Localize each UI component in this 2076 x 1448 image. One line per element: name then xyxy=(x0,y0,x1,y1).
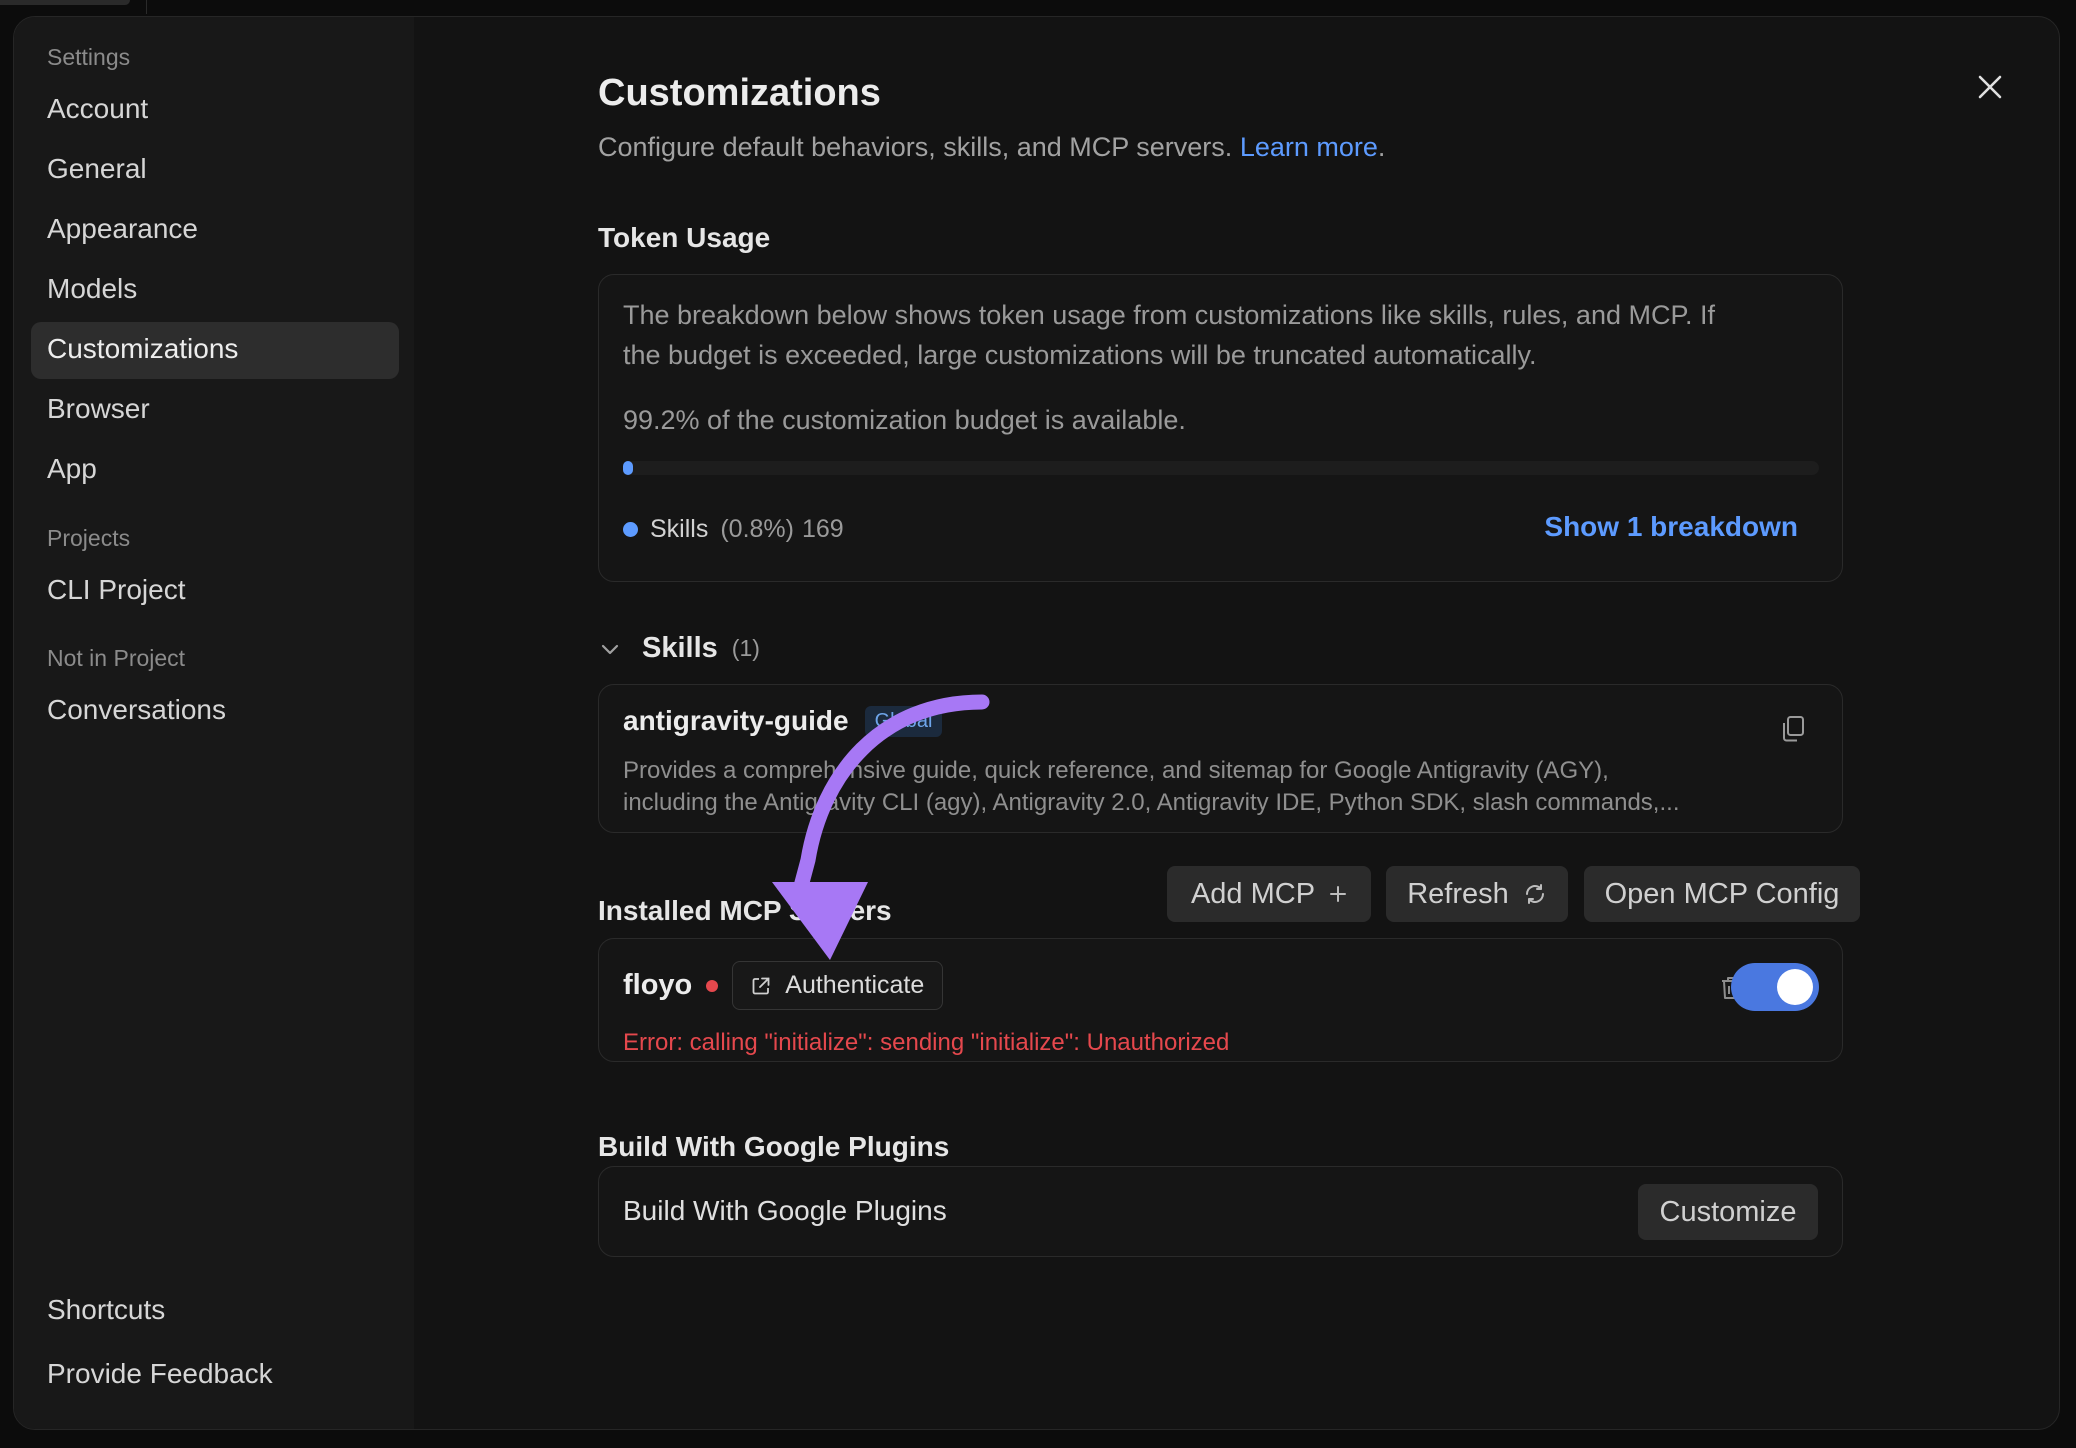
page-subtitle: Configure default behaviors, skills, and… xyxy=(598,132,1385,163)
close-icon xyxy=(1978,75,2002,99)
sidebar-item-general[interactable]: General xyxy=(47,153,147,185)
toggle-knob xyxy=(1777,969,1813,1005)
authenticate-label: Authenticate xyxy=(785,971,925,999)
token-usage-description: The breakdown below shows token usage fr… xyxy=(623,295,1715,375)
sidebar-caption-projects: Projects xyxy=(47,525,131,551)
legend-dot-icon xyxy=(623,522,638,537)
sidebar-item-shortcuts[interactable]: Shortcuts xyxy=(47,1294,165,1326)
server-enabled-toggle[interactable] xyxy=(1731,963,1819,1011)
customize-button[interactable]: Customize xyxy=(1638,1184,1818,1240)
legend-count: 169 xyxy=(801,515,844,543)
skill-description-line1: Provides a comprehensive guide, quick re… xyxy=(623,757,1609,784)
page-subtitle-text: Configure default behaviors, skills, and… xyxy=(598,132,1233,162)
plugins-section-title: Build With Google Plugins xyxy=(598,1131,950,1162)
refresh-label: Refresh xyxy=(1407,877,1509,910)
page-title: Customizations xyxy=(598,72,881,114)
learn-more-link[interactable]: Learn more xyxy=(1240,132,1378,162)
sidebar-item-label: Customizations xyxy=(47,333,239,364)
sidebar-item-cli-project[interactable]: CLI Project xyxy=(47,574,186,606)
mcp-section-title: Installed MCP Servers xyxy=(598,895,892,926)
add-mcp-button[interactable]: Add MCP xyxy=(1167,866,1371,922)
skills-title: Skills xyxy=(642,632,718,664)
token-usage-card: The breakdown below shows token usage fr… xyxy=(598,274,1843,582)
token-usage-description-line2: the budget is exceeded, large customizat… xyxy=(623,340,1537,370)
open-mcp-config-button[interactable]: Open MCP Config xyxy=(1584,866,1860,922)
sidebar-item-app[interactable]: App xyxy=(47,453,97,485)
status-error-dot xyxy=(706,979,719,992)
token-usage-title: Token Usage xyxy=(598,222,771,253)
sidebar-item-account[interactable]: Account xyxy=(47,93,148,125)
token-usage-description-line1: The breakdown below shows token usage fr… xyxy=(623,300,1715,330)
mcp-server-name: floyo xyxy=(623,969,693,1001)
refresh-icon xyxy=(1525,884,1544,904)
close-button[interactable] xyxy=(1970,67,2010,107)
skill-description-line2: including the Antigravity CLI (agy), Ant… xyxy=(623,789,1680,816)
sidebar-caption-not-in-project: Not in Project xyxy=(47,645,186,671)
subtitle-period: . xyxy=(1377,132,1386,162)
skill-name: antigravity-guide xyxy=(623,705,849,736)
skill-card-antigravity-guide[interactable]: antigravity-guide Global Provides a comp… xyxy=(598,684,1843,833)
skills-count: (1) xyxy=(731,635,760,661)
token-usage-progress-fill xyxy=(623,461,633,475)
sidebar-item-customizations[interactable]: Customizations xyxy=(31,322,399,379)
mcp-error-message: Error: calling "initialize": sending "in… xyxy=(623,1029,1230,1056)
skill-description: Provides a comprehensive guide, quick re… xyxy=(623,755,1679,819)
external-link-icon xyxy=(752,977,770,994)
token-usage-progress xyxy=(623,461,1819,475)
mcp-server-header: floyo Authenticate xyxy=(623,961,944,1010)
sidebar-item-provide-feedback[interactable]: Provide Feedback xyxy=(47,1358,273,1390)
copy-skill-button[interactable] xyxy=(1780,715,1806,748)
skill-header: antigravity-guide Global xyxy=(623,705,943,737)
copy-icon xyxy=(1783,716,1804,742)
sidebar-caption-settings: Settings xyxy=(47,44,131,70)
plugins-card: Build With Google Plugins Customize xyxy=(598,1166,1843,1257)
chevron-down-icon xyxy=(601,644,619,654)
sidebar-item-models[interactable]: Models xyxy=(47,273,137,305)
settings-modal: Settings Account General Appearance Mode… xyxy=(13,16,2060,1430)
skills-section-toggle[interactable]: Skills (1) xyxy=(598,632,760,665)
show-breakdown-link[interactable]: Show 1 breakdown xyxy=(1544,511,1798,543)
add-mcp-label: Add MCP xyxy=(1190,877,1316,910)
window-tab-edge xyxy=(0,0,130,5)
plugins-row-label: Build With Google Plugins xyxy=(623,1195,947,1226)
settings-sidebar: Settings Account General Appearance Mode… xyxy=(14,17,414,1429)
authenticate-button[interactable]: Authenticate xyxy=(732,961,944,1010)
window-divider xyxy=(146,0,147,14)
mcp-server-card-floyo: floyo Authenticate Error: calling "initi… xyxy=(598,938,1843,1062)
sidebar-item-conversations[interactable]: Conversations xyxy=(47,694,226,726)
skill-badge: Global xyxy=(864,705,943,737)
sidebar-item-browser[interactable]: Browser xyxy=(47,393,150,425)
token-usage-legend: Skills (0.8%) 169 xyxy=(623,515,844,544)
sidebar-item-appearance[interactable]: Appearance xyxy=(47,213,198,245)
legend-label: Skills xyxy=(650,515,709,543)
budget-available-text: 99.2% of the customization budget is ava… xyxy=(623,405,1186,435)
plus-icon xyxy=(1330,886,1347,902)
settings-main-panel: Customizations Configure default behavio… xyxy=(414,17,2059,1429)
refresh-button[interactable]: Refresh xyxy=(1386,866,1568,922)
legend-percent: (0.8%) xyxy=(720,515,794,543)
